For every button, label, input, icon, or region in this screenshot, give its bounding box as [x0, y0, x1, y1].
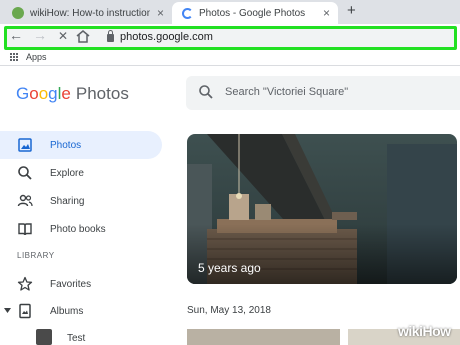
- sidebar-item-label: Explore: [50, 167, 84, 179]
- wikihow-favicon-icon: [12, 7, 24, 19]
- album-icon: [19, 303, 31, 319]
- star-icon: [17, 276, 33, 291]
- address-bar[interactable]: photos.google.com: [4, 26, 457, 50]
- tab-title: wikiHow: How-to instructions yo: [30, 7, 150, 19]
- sidebar-item-label: Favorites: [50, 278, 92, 290]
- people-icon: [17, 194, 33, 207]
- search-icon: [18, 166, 32, 180]
- sidebar-item-explore[interactable]: Explore: [0, 159, 162, 187]
- search-icon[interactable]: [198, 84, 214, 100]
- date-heading: Sun, May 13, 2018: [187, 305, 271, 316]
- google-photos-logo[interactable]: Google Photos: [16, 84, 129, 104]
- apps-bookmark[interactable]: Apps: [26, 52, 47, 62]
- logo-letter: o: [38, 84, 49, 103]
- logo-photos-text: Photos: [75, 84, 129, 103]
- lock-icon: [107, 30, 114, 42]
- album-item-test[interactable]: Test: [67, 333, 85, 344]
- tab-wikihow[interactable]: wikiHow: How-to instructions yo ×: [2, 2, 172, 24]
- url-text: photos.google.com: [120, 31, 213, 43]
- logo-letter: g: [48, 84, 58, 103]
- sidebar-item-label: Photos: [50, 139, 82, 151]
- logo-letter: o: [29, 84, 39, 103]
- sidebar-item-sharing[interactable]: Sharing: [0, 187, 162, 215]
- loading-favicon-icon: [182, 7, 193, 19]
- stop-loading-button[interactable]: ✕: [55, 29, 71, 43]
- apps-grid-icon[interactable]: [10, 53, 19, 62]
- library-heading: LIBRARY: [17, 251, 55, 260]
- logo-letter: e: [61, 84, 71, 103]
- watermark-wiki: wiki: [398, 323, 423, 339]
- sidebar-item-label: Albums: [50, 305, 84, 317]
- logo-letter: G: [16, 84, 30, 103]
- new-tab-button[interactable]: +: [347, 2, 356, 19]
- close-tab-icon[interactable]: ×: [157, 6, 164, 20]
- tab-title: Photos - Google Photos: [199, 7, 306, 19]
- back-button[interactable]: ←: [8, 27, 24, 43]
- sidebar-item-favorites[interactable]: Favorites: [0, 270, 162, 298]
- sidebar-item-photo-books[interactable]: Photo books: [0, 215, 162, 243]
- sidebar-item-photos[interactable]: Photos: [0, 131, 162, 159]
- forward-button[interactable]: →: [32, 27, 48, 43]
- album-thumbnail[interactable]: [36, 329, 52, 345]
- watermark-how: How: [422, 323, 451, 339]
- bookmarks-bar: [0, 50, 460, 66]
- photo-icon: [18, 138, 32, 152]
- home-icon[interactable]: [76, 30, 90, 43]
- close-tab-icon[interactable]: ×: [323, 6, 330, 20]
- wikihow-watermark: wikiHow: [398, 323, 451, 339]
- photo-thumbnail[interactable]: [187, 329, 340, 345]
- tab-google-photos[interactable]: Photos - Google Photos ×: [172, 2, 338, 24]
- memory-label: 5 years ago: [198, 261, 261, 275]
- sidebar-item-label: Photo books: [50, 223, 106, 235]
- search-input[interactable]: Search "Victoriei Square": [225, 86, 348, 98]
- expand-arrow-icon[interactable]: [4, 308, 11, 313]
- sidebar-item-label: Sharing: [50, 195, 85, 207]
- book-icon: [18, 223, 32, 236]
- sidebar-item-albums[interactable]: Albums: [0, 297, 162, 325]
